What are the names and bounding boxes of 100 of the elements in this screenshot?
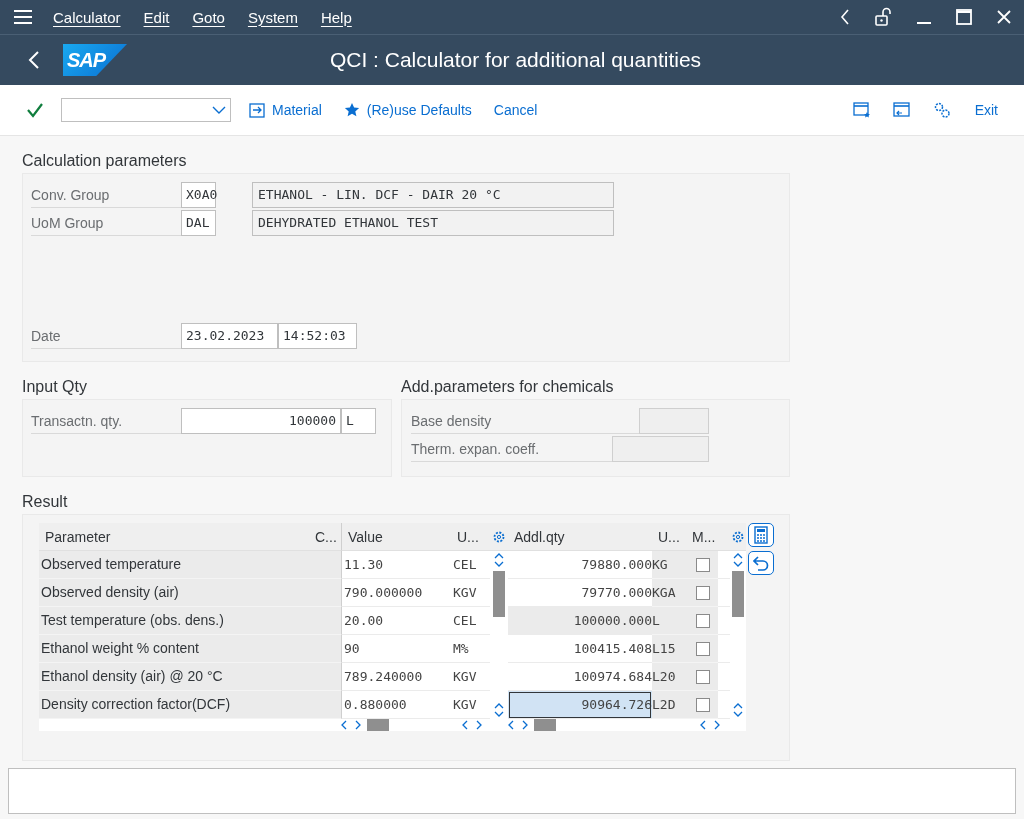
table-cell: Ethanol density (air) @ 20 °C xyxy=(39,663,309,691)
checkbox[interactable] xyxy=(696,613,710,628)
field-label: Base density xyxy=(411,408,639,434)
table-cell: Test temperature (obs. dens.) xyxy=(39,607,309,635)
table-cell: L15 xyxy=(652,635,686,663)
sap-logo: SAP xyxy=(63,44,127,76)
toolbar-button[interactable]: Material xyxy=(245,98,326,122)
table-cell[interactable]: 90964.726 xyxy=(508,691,652,719)
table-cell: 20.00 xyxy=(341,607,451,635)
settings-icon[interactable] xyxy=(932,101,951,119)
table-cell: KG xyxy=(652,551,686,579)
exit-button[interactable]: Exit xyxy=(970,98,1002,122)
menu-icon[interactable] xyxy=(14,10,32,24)
description-field: DEHYDRATED ETHANOL TEST xyxy=(252,210,614,236)
table-cell xyxy=(309,635,341,663)
section-title: Result xyxy=(22,492,69,512)
checkbox[interactable] xyxy=(696,641,710,656)
checkbox[interactable] xyxy=(696,697,710,712)
section-title: Add.parameters for chemicals xyxy=(401,377,615,397)
quantity-field[interactable]: 100000 xyxy=(181,408,341,434)
menu-item[interactable]: Goto xyxy=(192,8,225,26)
unlocked-padlock-icon[interactable] xyxy=(874,7,892,27)
column-header[interactable]: Value xyxy=(341,523,451,551)
section-title: Calculation parameters xyxy=(22,151,188,171)
input-field xyxy=(639,408,709,434)
chevron-down-icon xyxy=(212,106,226,114)
table-cell: L2D xyxy=(652,691,686,719)
table-cell: CEL xyxy=(451,607,490,635)
table-cell: 789.240000 xyxy=(341,663,451,691)
table-cell: 790.000000 xyxy=(341,579,451,607)
date-field[interactable]: 23.02.2023 xyxy=(181,323,278,349)
table-cell: KGV xyxy=(451,691,490,719)
column-header[interactable]: U... xyxy=(652,523,686,551)
column-header[interactable]: U... xyxy=(451,523,490,551)
chevron-left-right-icon xyxy=(341,720,361,730)
table-cell xyxy=(309,663,341,691)
maximize-icon[interactable] xyxy=(956,9,972,25)
table-cell: CEL xyxy=(451,551,490,579)
checkbox[interactable] xyxy=(696,669,710,684)
column-header[interactable]: C... xyxy=(309,523,341,551)
window-title: QCI : Calculator for additional quantities xyxy=(328,48,703,72)
undo-button[interactable] xyxy=(748,551,774,575)
table-cell xyxy=(309,551,341,579)
menu-item[interactable]: Edit xyxy=(143,8,170,26)
table-cell: Ethanol weight % content xyxy=(39,635,309,663)
scrollbar-thumb[interactable] xyxy=(732,571,744,617)
checkbox[interactable] xyxy=(696,557,710,572)
checkbox[interactable] xyxy=(696,585,710,600)
toolbar-button[interactable]: (Re)use Defaults xyxy=(339,98,476,122)
horizontal-scrollbar[interactable] xyxy=(341,719,389,731)
unit-field[interactable]: L xyxy=(341,408,376,434)
chevron-left-icon[interactable] xyxy=(840,9,850,25)
chevron-up-down-icon xyxy=(494,703,504,717)
column-header[interactable]: M... xyxy=(686,523,718,551)
table-cell xyxy=(309,607,341,635)
table-cell: KGV xyxy=(451,579,490,607)
menu-item[interactable]: System xyxy=(247,8,298,26)
table-cell: L20 xyxy=(652,663,686,691)
table-cell[interactable]: 100974.684 xyxy=(508,663,652,691)
checkmark-icon[interactable] xyxy=(26,102,44,118)
settings-icon[interactable] xyxy=(731,529,745,544)
column-header[interactable]: Addl.qty xyxy=(508,523,652,551)
calculator-icon xyxy=(754,526,768,544)
input-field[interactable]: X0A0 xyxy=(181,182,216,208)
table-cell[interactable]: 100415.408 xyxy=(508,635,652,663)
settings-icon[interactable] xyxy=(492,529,506,544)
description-field: ETHANOL - LIN. DCF - DAIR 20 °C xyxy=(252,182,614,208)
chevron-up-down-icon xyxy=(733,553,743,567)
chevron-left-right-icon[interactable] xyxy=(700,720,720,730)
scrollbar-thumb[interactable] xyxy=(534,719,556,731)
time-field[interactable]: 14:52:03 xyxy=(278,323,357,349)
table-cell: Observed density (air) xyxy=(39,579,309,607)
scrollbar-thumb[interactable] xyxy=(367,719,389,731)
table-cell: 11.30 xyxy=(341,551,451,579)
table-cell[interactable]: 79880.000 xyxy=(508,551,652,579)
table-cell: L xyxy=(652,607,686,635)
chevron-left-right-icon[interactable] xyxy=(462,720,482,730)
section-title: Input Qty xyxy=(22,377,88,397)
chevron-left-right-icon xyxy=(508,720,528,730)
menu-item[interactable]: Help xyxy=(320,8,352,26)
scrollbar-thumb[interactable] xyxy=(493,571,505,617)
input-field[interactable]: DAL xyxy=(181,210,216,236)
undo-arrow-icon xyxy=(753,555,769,571)
table-cell: KGA xyxy=(652,579,686,607)
table-cell: M% xyxy=(451,635,490,663)
column-header[interactable]: Parameter xyxy=(39,523,309,551)
menu-item[interactable]: Calculator xyxy=(53,8,121,26)
close-icon[interactable] xyxy=(996,9,1012,25)
table-cell: 100000.000 xyxy=(508,607,652,635)
command-field[interactable] xyxy=(61,98,231,122)
toolbar-button[interactable]: Cancel xyxy=(489,98,542,122)
table-cell: Observed temperature xyxy=(39,551,309,579)
table-cell: KGV xyxy=(451,663,490,691)
chevron-up-down-icon xyxy=(733,703,743,717)
star-icon xyxy=(343,102,360,118)
calculator-button[interactable] xyxy=(748,523,774,547)
back-icon[interactable] xyxy=(28,51,40,69)
horizontal-scrollbar[interactable] xyxy=(508,719,556,731)
table-cell: 90 xyxy=(341,635,451,663)
table-cell[interactable]: 79770.000 xyxy=(508,579,652,607)
